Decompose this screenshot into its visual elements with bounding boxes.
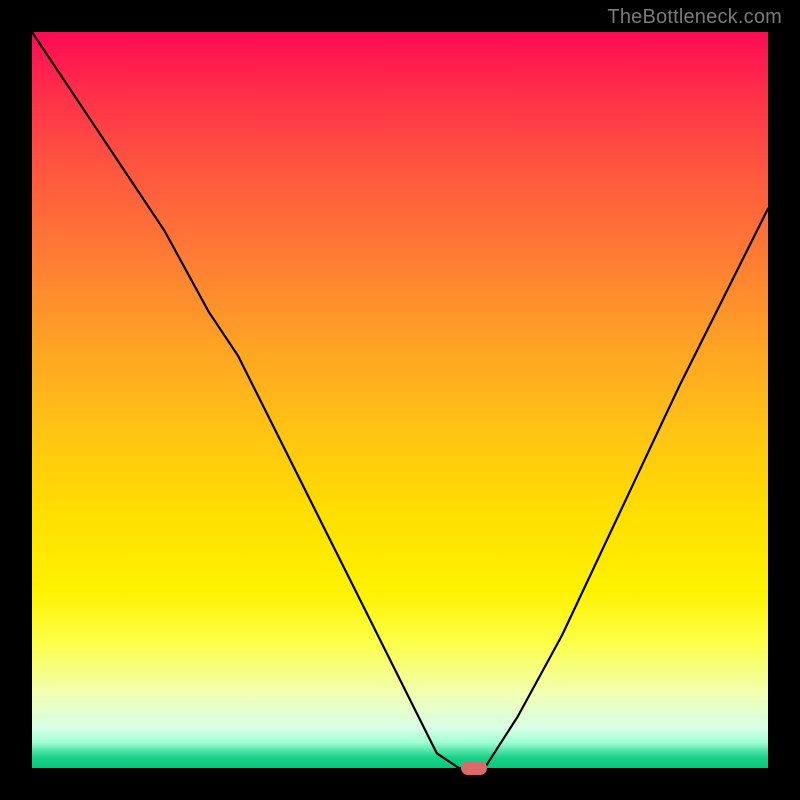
bottleneck-curve bbox=[32, 32, 768, 768]
watermark-text: TheBottleneck.com bbox=[607, 6, 782, 29]
chart-plot-area bbox=[32, 32, 768, 768]
optimal-point-marker bbox=[461, 761, 487, 775]
